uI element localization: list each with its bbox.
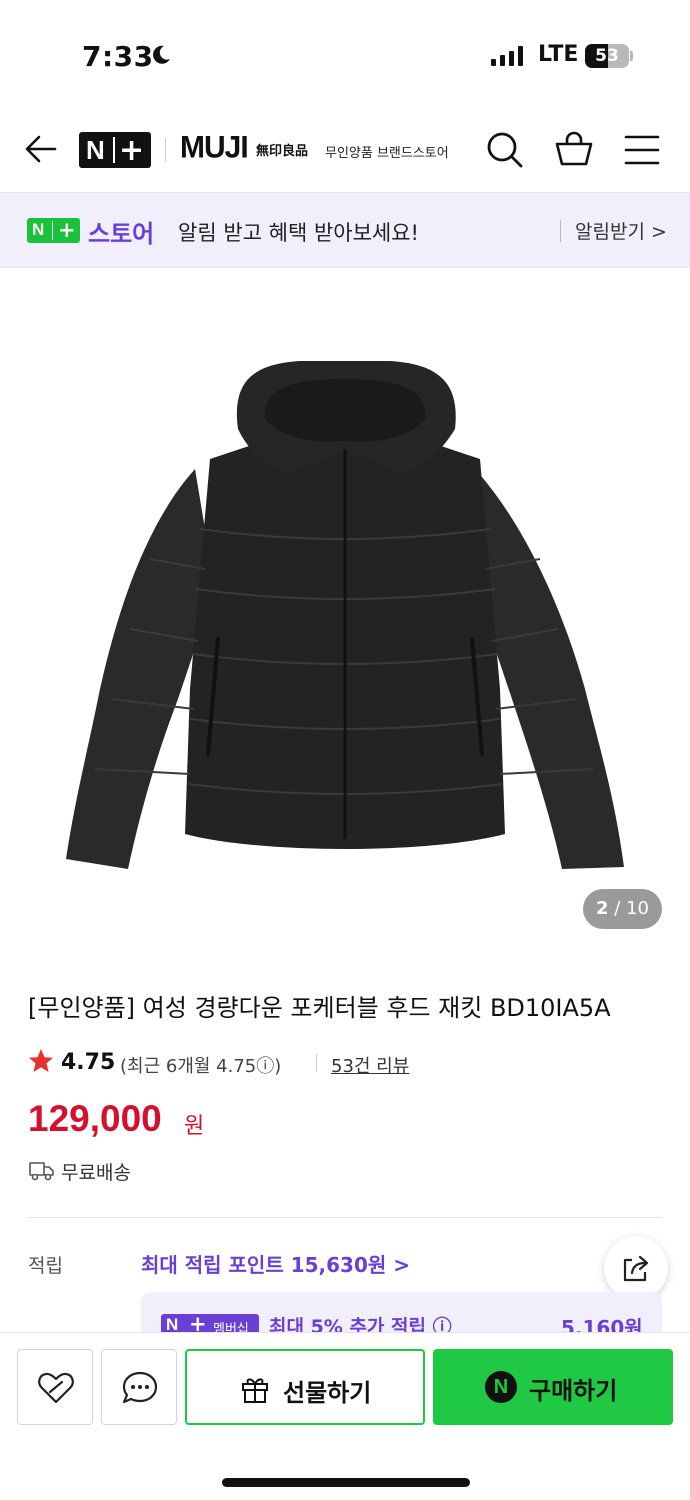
network-label: LTE (538, 42, 579, 67)
naver-pay-icon: N (485, 1371, 517, 1403)
star-icon (29, 1049, 53, 1072)
header-divider (165, 138, 166, 162)
bottom-action-bar: 선물하기 N 구매하기 (0, 1332, 690, 1500)
muji-logo[interactable]: MUJI (180, 130, 249, 166)
gift-button[interactable]: 선물하기 (185, 1349, 425, 1425)
banner-logo-divider (52, 221, 53, 240)
status-bar: 7:33 LTE 53 (0, 0, 690, 112)
buy-button[interactable]: N 구매하기 (433, 1349, 673, 1425)
price-unit: 원 (184, 1114, 205, 1139)
gift-label: 선물하기 (283, 1379, 372, 1407)
banner-logo-plus: + (58, 218, 76, 242)
battery-icon: 53 (585, 44, 629, 68)
max-points-link[interactable]: 최대 적립 포인트 15,630원 > (141, 1249, 410, 1278)
jacket-image (66, 361, 624, 869)
rating-value: 4.75 (61, 1050, 116, 1075)
share-button[interactable] (604, 1236, 668, 1300)
chat-bubble-icon (122, 1371, 158, 1404)
notify-button[interactable]: 알림받기 > (575, 217, 667, 244)
rating-recent[interactable]: (최근 6개월 4.75ⓘ) (120, 1052, 281, 1078)
nplus-logo-divider (113, 137, 115, 163)
heart-link-icon (38, 1372, 74, 1404)
share-icon (623, 1255, 649, 1282)
banner-store-label: 스토어 (88, 220, 155, 248)
points-label: 적립 (28, 1255, 63, 1277)
gallery-counter: 2 / 10 (583, 889, 662, 929)
gift-icon (242, 1378, 268, 1403)
menu-icon[interactable] (624, 134, 660, 166)
status-time: 7:33 (82, 40, 154, 73)
rating-divider (316, 1054, 317, 1072)
notification-banner[interactable]: N + 스토어 알림 받고 혜택 받아보세요! 알림받기 > (0, 192, 690, 268)
moon-icon (153, 45, 170, 64)
gallery-total: 10 (626, 898, 649, 919)
brand-store-label[interactable]: 무인양품 브랜드스토어 (325, 142, 449, 161)
nplus-store-logo: N + (27, 218, 80, 243)
wishlist-button[interactable] (17, 1349, 93, 1425)
gallery-current: 2 (596, 898, 609, 919)
shipping-info: 무료배송 (61, 1162, 131, 1184)
buy-label: 구매하기 (529, 1377, 618, 1405)
back-arrow-icon[interactable] (24, 132, 58, 166)
product-price: 129,000 (28, 1098, 162, 1139)
banner-message: 알림 받고 혜택 받아보세요! (178, 221, 419, 245)
nplus-logo-plus: + (119, 133, 145, 168)
cart-icon[interactable] (555, 130, 593, 168)
home-indicator[interactable] (222, 1478, 470, 1487)
app-header: N + MUJI 無印良品 무인양품 브랜드스토어 (0, 112, 690, 192)
review-count-link[interactable]: 53건 리뷰 (331, 1052, 409, 1078)
nplus-logo[interactable]: N + (79, 132, 151, 168)
product-image[interactable] (0, 269, 690, 949)
battery-percent: 53 (595, 46, 619, 66)
gallery-separator: / (608, 898, 627, 919)
signal-icon (491, 46, 523, 66)
banner-logo-n: N (32, 220, 45, 239)
banner-divider (560, 220, 561, 242)
search-icon[interactable] (486, 131, 524, 169)
product-title: [무인양품] 여성 경량다운 포케터블 후드 재킷 BD10IA5A (28, 994, 611, 1022)
muji-kanji: 無印良品 (256, 144, 309, 159)
nplus-logo-n: N (86, 135, 105, 165)
battery-tip (630, 51, 633, 61)
inquiry-button[interactable] (101, 1349, 177, 1425)
section-divider (28, 1217, 662, 1218)
truck-icon (29, 1162, 54, 1181)
